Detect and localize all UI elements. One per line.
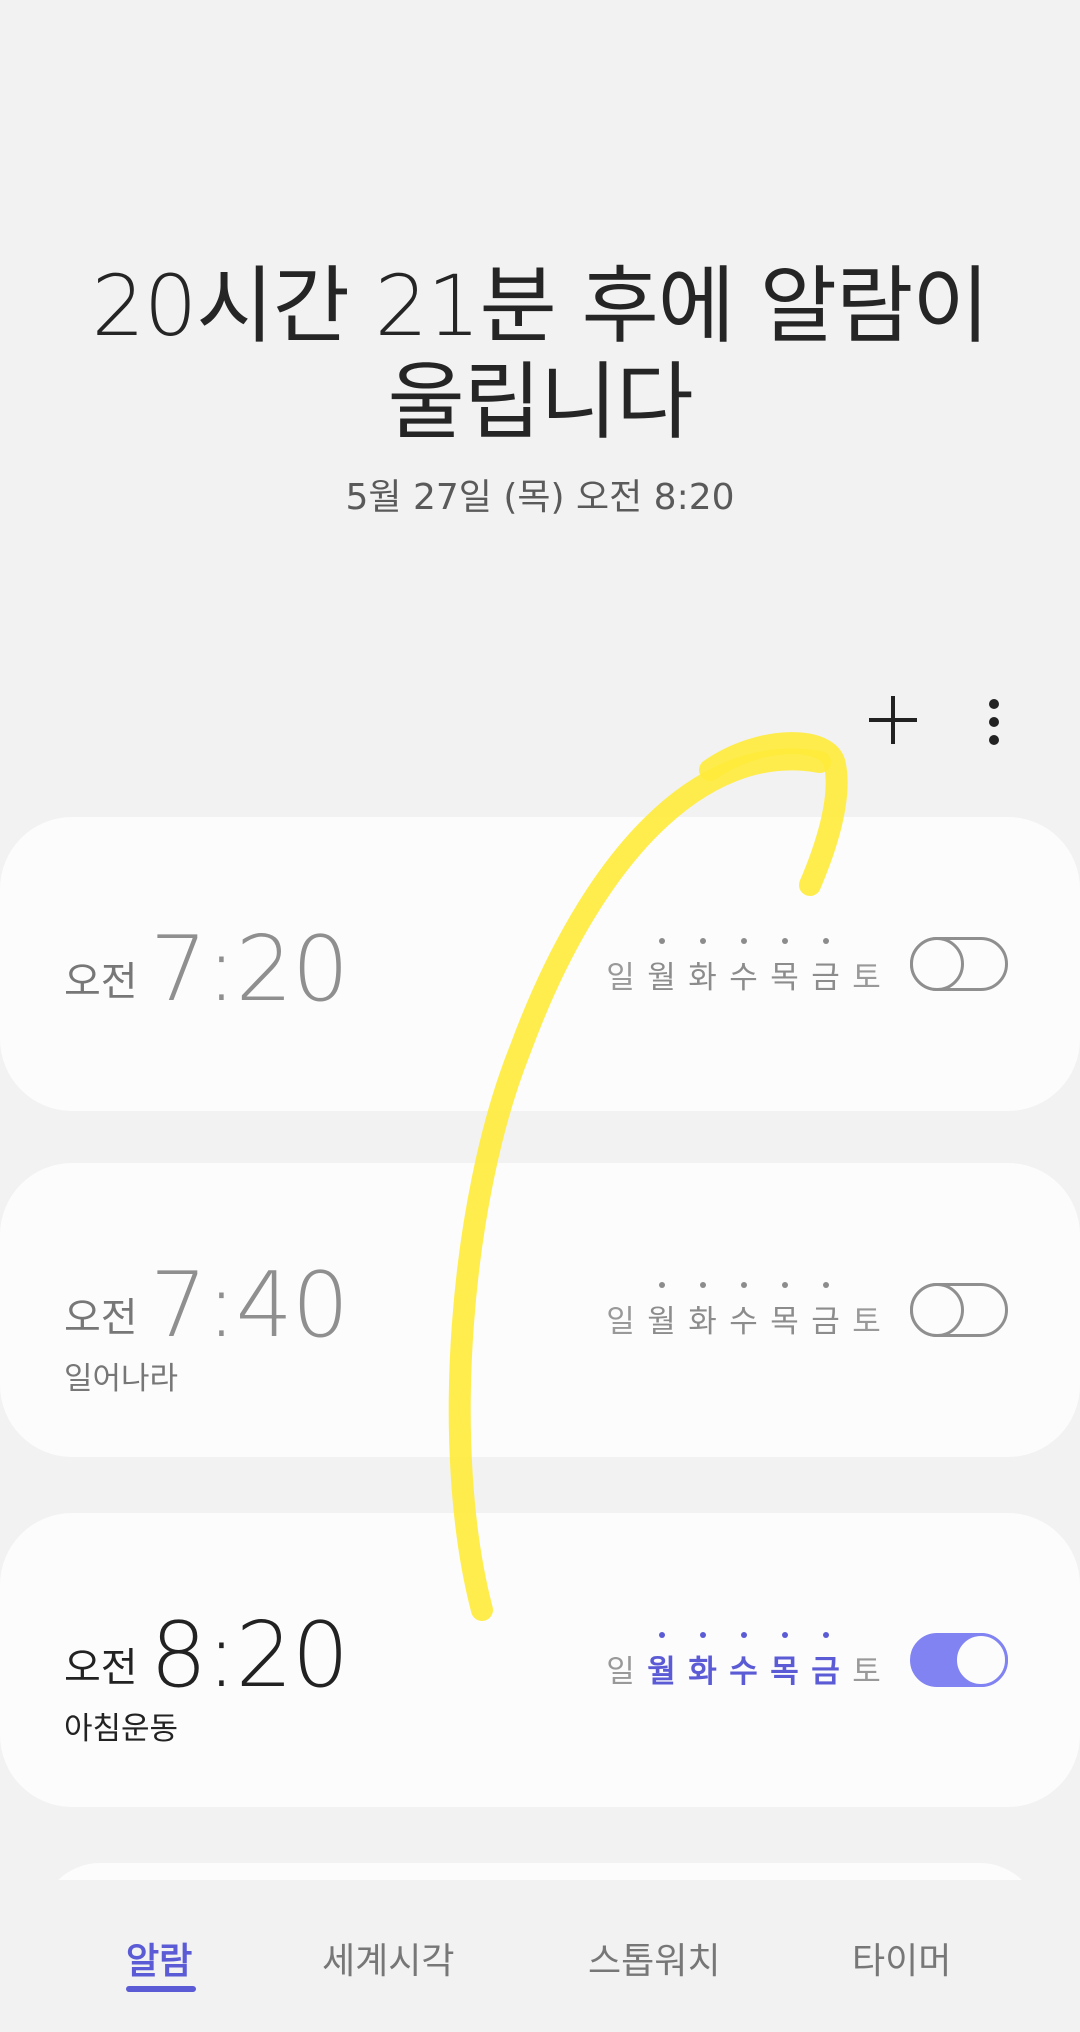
toggle-knob — [910, 937, 964, 991]
day-thu: 목 — [764, 1282, 805, 1341]
alarm-label: 일어나라 — [64, 1361, 179, 1397]
header-subtitle: 5월 27일 (목) 오전 8:20 — [345, 477, 735, 518]
plus-icon — [869, 696, 917, 744]
alarm-card[interactable]: 오전 8:20 아침운동 일 월 화 수 목 금 토 — [0, 1513, 1080, 1807]
alarm-time: 7:20 — [150, 917, 349, 1022]
day-mon: 월 — [641, 938, 682, 997]
day-mon: 월 — [641, 1282, 682, 1341]
tab-selected-indicator — [126, 1986, 196, 1992]
day-fri: 금 — [805, 1282, 846, 1341]
day-sat: 토 — [852, 1654, 881, 1690]
day-sun: 일 — [606, 960, 635, 996]
day-sun: 일 — [606, 1654, 635, 1690]
header-title: 20시간 21분 후에 알람이 울립니다 — [0, 258, 1080, 450]
alarm-toggle[interactable] — [910, 937, 1008, 991]
day-sat: 토 — [852, 960, 881, 996]
toggle-knob — [954, 1633, 1008, 1687]
day-fri: 금 — [805, 938, 846, 997]
day-wed: 수 — [723, 1632, 764, 1691]
alarm-ampm: 오전 — [64, 959, 138, 1005]
alarm-time: 8:20 — [150, 1603, 349, 1708]
alarm-card[interactable]: 오전 7:20 일 월 화 수 목 금 토 — [0, 817, 1080, 1111]
alarm-toggle[interactable] — [910, 1633, 1008, 1687]
day-tue: 화 — [682, 1632, 723, 1691]
tab-stopwatch[interactable]: 스톱워치 — [588, 1932, 720, 1984]
toggle-knob — [910, 1283, 964, 1337]
alarm-days: 일 월 화 수 목 금 토 — [600, 938, 887, 997]
day-wed: 수 — [723, 938, 764, 997]
alarm-days: 일 월 화 수 목 금 토 — [600, 1282, 887, 1341]
day-sun: 일 — [606, 1304, 635, 1340]
day-tue: 화 — [682, 1282, 723, 1341]
bottom-tab-bar: 알람 세계시각 스톱워치 타이머 — [0, 1880, 1080, 2032]
tab-world-clock[interactable]: 세계시각 — [322, 1932, 454, 1984]
more-vertical-icon — [989, 699, 999, 745]
day-thu: 목 — [764, 1632, 805, 1691]
alarm-toggle[interactable] — [910, 1283, 1008, 1337]
day-mon: 월 — [641, 1632, 682, 1691]
alarm-card[interactable]: 오전 7:40 일어나라 일 월 화 수 목 금 토 — [0, 1163, 1080, 1457]
header-title-line1: 20시간 21분 후에 알람이 — [91, 257, 989, 355]
tab-alarm[interactable]: 알람 — [126, 1932, 192, 1984]
more-options-button[interactable] — [972, 692, 1016, 752]
alarm-ampm: 오전 — [64, 1295, 138, 1341]
alarm-days: 일 월 화 수 목 금 토 — [600, 1632, 887, 1691]
alarm-time: 7:40 — [150, 1253, 349, 1358]
day-tue: 화 — [682, 938, 723, 997]
day-thu: 목 — [764, 938, 805, 997]
alarm-ampm: 오전 — [64, 1645, 138, 1691]
add-alarm-button[interactable] — [865, 692, 921, 748]
header-title-line2: 울립니다 — [387, 353, 693, 451]
alarm-label: 아침운동 — [64, 1711, 179, 1747]
day-fri: 금 — [805, 1632, 846, 1691]
day-wed: 수 — [723, 1282, 764, 1341]
day-sat: 토 — [852, 1304, 881, 1340]
tab-timer[interactable]: 타이머 — [852, 1932, 951, 1984]
